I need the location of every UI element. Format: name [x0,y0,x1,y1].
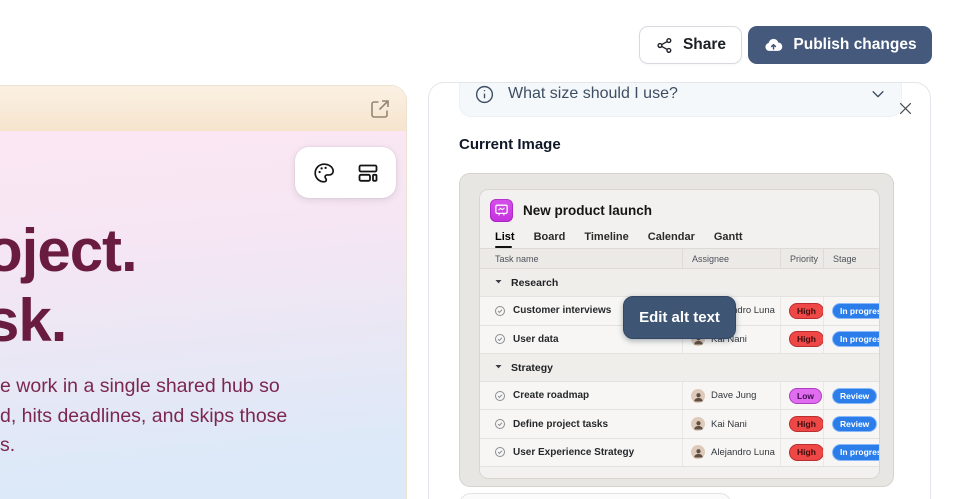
stage-cell: Review [823,382,879,410]
priority-cell: High [780,410,824,438]
stage-cell: In progress [823,297,879,325]
task-name-cell: Create roadmap [480,382,682,409]
share-button[interactable]: Share [639,26,742,64]
share-icon [655,36,674,55]
section-label: Strategy [511,361,554,374]
column-header-assignee: Assignee [682,249,780,268]
publish-button-label: Publish changes [793,36,917,53]
section-chevron-icon [494,362,503,374]
check-circle-icon [494,390,506,402]
publish-changes-button[interactable]: Publish changes [748,26,932,64]
hero-body-line2: d, hits deadlines, and skips those [0,404,288,427]
column-header-stage: Stage [823,249,879,268]
task-name: Create roadmap [513,390,590,402]
site-header-band [0,86,406,131]
section-row-research: Research [480,269,879,298]
avatar [691,445,705,460]
priority-cell: Low [780,382,823,410]
task-name: Customer interviews [513,305,612,317]
hero-body-line1: e work in a single shared hub so [0,375,280,397]
preview-tabs: List Board Timeline Calendar Gantt [480,229,879,248]
task-name: User data [513,333,559,345]
share-button-label: Share [682,36,727,53]
panel-next-section[interactable] [459,493,732,499]
stage-badge: In progress [832,444,879,461]
assignee-cell: Alejandro Luna [682,438,780,467]
preview-board-title: New product launch [523,203,653,218]
priority-cell: High [780,297,824,325]
stage-cell: In progress [823,438,879,467]
section-row-strategy: Strategy [480,353,879,383]
stage-badge: Review [832,415,878,433]
size-help-accordion[interactable]: What size should I use? [459,83,902,117]
column-header-priority: Priority [780,249,823,268]
priority-badge: High [789,415,824,433]
priority-badge: Low [789,387,822,405]
stage-badge: Review [832,387,878,405]
avatar [691,417,705,432]
task-name: Define project tasks [513,418,609,430]
check-circle-icon [494,446,506,458]
stage-cell: In progress [823,325,879,353]
app-canvas: Share Publish changes oject. sk. e work i… [0,0,960,499]
assignee-name: Alejandro Luna [711,446,775,458]
task-row: Create roadmap Dave Jung Low Review [480,382,879,411]
preview-tab-list: List [495,231,515,248]
section-chevron-icon [494,277,503,289]
task-name-cell: Define project tasks [480,410,682,437]
priority-cell: High [780,325,824,353]
current-image-label: Current Image [459,136,561,153]
size-help-question: What size should I use? [508,85,678,102]
priority-badge: High [789,330,824,348]
check-circle-icon [494,305,506,317]
priority-badge: High [789,302,824,320]
preview-tab-timeline: Timeline [584,231,629,243]
task-name-cell: User Experience Strategy [480,439,682,466]
hero-heading-text[interactable]: oject. sk. [0,216,138,356]
hero-body-line3: s. [0,434,16,456]
info-icon [474,84,495,105]
avatar [691,388,705,403]
open-external-icon[interactable] [368,97,392,121]
assignee-name: Kai Nani [711,418,747,430]
assignee-cell: Kai Nani [682,410,780,438]
column-header-task-name: Task name [495,253,539,264]
assignee-name: Dave Jung [711,390,757,402]
preview-tab-board: Board [533,231,566,243]
chevron-down-icon[interactable] [869,85,887,103]
close-panel-icon[interactable] [895,100,915,120]
assignee-cell: Dave Jung [682,382,780,410]
edit-alt-text-button[interactable]: Edit alt text [623,296,736,339]
stage-cell: Review [823,410,879,438]
palette-icon[interactable] [312,161,336,185]
layout-sections-icon[interactable] [356,161,380,185]
hero-heading-line1: oject. [0,217,138,284]
task-row: User Experience Strategy Alejandro Luna … [480,438,879,468]
canvas-style-toolbar [295,147,396,198]
stage-badge: In progress [832,302,879,320]
section-label: Research [511,276,559,289]
check-circle-icon [494,333,506,345]
preview-tab-gantt: Gantt [713,231,743,243]
preview-table-header: Task name Assignee Priority Stage [480,248,879,269]
stage-badge: In progress [832,330,879,348]
preview-title-row: New product launch [480,190,879,229]
cloud-upload-icon [763,35,784,56]
task-row: Define project tasks Kai Nani High Revie… [480,410,879,439]
check-circle-icon [494,418,506,430]
presentation-board-icon [490,199,513,222]
priority-cell: High [780,438,824,467]
hero-heading-line2: sk. [0,287,67,354]
task-name: User Experience Strategy [513,446,635,458]
priority-badge: High [789,444,824,461]
hero-body-text[interactable]: e work in a single shared hub so d, hits … [0,372,287,461]
preview-tab-calendar: Calendar [647,231,695,243]
image-settings-panel: What size should I use? Current Image Ne… [428,82,931,499]
